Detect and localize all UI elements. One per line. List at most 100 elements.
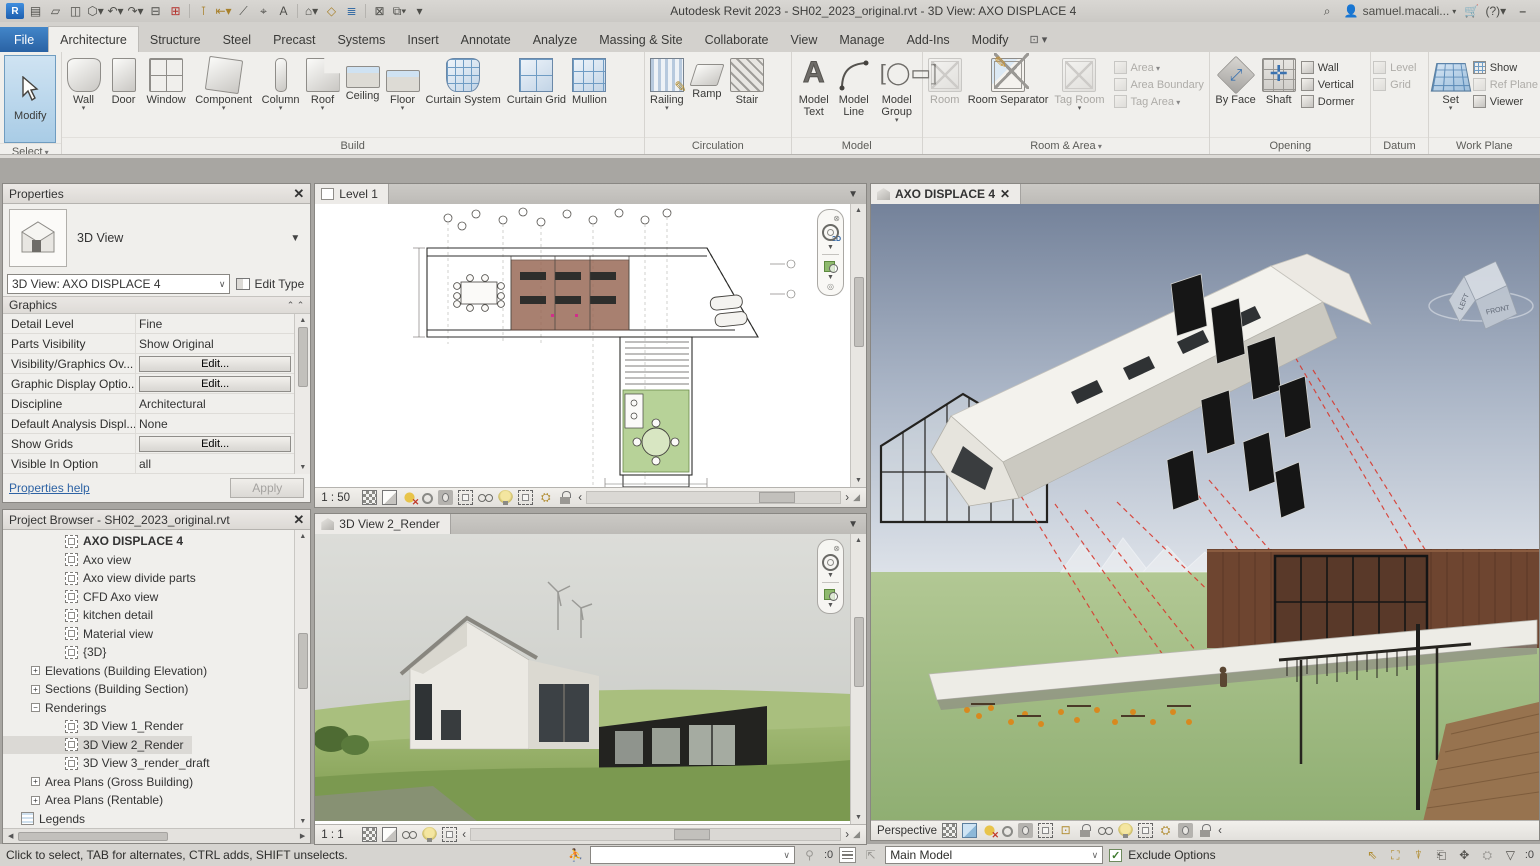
ramp-button[interactable]: Ramp [687, 55, 727, 103]
design-options-dropdown[interactable]: Main Model ∨ [885, 846, 1103, 864]
scroll-right-icon[interactable]: › [845, 829, 849, 841]
area-button[interactable]: Area [1114, 59, 1204, 76]
revit-logo-icon[interactable]: R [6, 3, 24, 19]
aligned-dimension-icon[interactable]: ⇤▾ [215, 3, 232, 19]
model-line-icon[interactable]: ⟋ [235, 3, 252, 19]
reveal-constraints-icon[interactable] [558, 490, 573, 505]
tab-insert[interactable]: Insert [396, 27, 449, 52]
stair-button[interactable]: Stair [727, 55, 767, 109]
expand-icon[interactable]: + [31, 777, 40, 786]
tab-collaborate[interactable]: Collaborate [694, 27, 780, 52]
tag-room-button[interactable]: Tag Room [1051, 55, 1107, 115]
search-icon[interactable]: ⌕ [1319, 3, 1336, 19]
measure-icon[interactable]: ⊺ [195, 3, 212, 19]
render-canvas[interactable]: ⊗ ▼ ▼ ▲ ▼ [315, 534, 866, 824]
drag-on-selection-icon[interactable]: ✥ [1456, 847, 1473, 863]
export-pdf-icon[interactable]: ⊞ [167, 3, 184, 19]
dormer-opening-button[interactable]: Dormer [1301, 93, 1355, 110]
scroll-right-icon[interactable]: ▶ [295, 832, 310, 840]
tree-item-axo-displace-4[interactable]: AXO DISPLACE 4 [3, 532, 294, 551]
floor-plan-canvas[interactable]: ⊗ 2D ▼ ▼ ◎ ▲ ▼ [315, 204, 866, 487]
modify-button[interactable]: Modify [4, 55, 56, 143]
steering-wheel-icon[interactable] [822, 554, 839, 571]
type-selector[interactable]: 3D View ▼ [3, 204, 310, 272]
tree-item-3d[interactable]: {3D} [3, 643, 294, 662]
worksets-dropdown[interactable]: ∨ [590, 846, 795, 864]
scroll-thumb[interactable] [854, 617, 864, 687]
zoom-dropdown-icon[interactable]: ▼ [827, 602, 834, 609]
scroll-thumb[interactable] [298, 633, 308, 689]
tab-manage[interactable]: Manage [828, 27, 895, 52]
steering-wheel-icon[interactable] [822, 224, 839, 241]
window-button[interactable]: Window [144, 55, 189, 109]
curtain-system-button[interactable]: Curtain System [423, 55, 504, 109]
roof-button[interactable]: Roof [303, 55, 343, 115]
room-separator-button[interactable]: Room Separator [965, 55, 1052, 109]
mullion-button[interactable]: Mullion [569, 55, 610, 109]
select-underlay-icon[interactable]: ⛶ [1387, 847, 1404, 863]
visual-style-icon[interactable] [962, 823, 977, 838]
tab-modify[interactable]: Modify [961, 27, 1020, 52]
browser-hscrollbar[interactable]: ◀ ▶ [3, 828, 310, 843]
select-by-face-icon[interactable]: ⎗ [1433, 847, 1450, 863]
navbar-close-icon[interactable]: ⊗ [833, 544, 840, 553]
shadows-icon[interactable] [422, 493, 433, 504]
tab-view[interactable]: View [780, 27, 829, 52]
view-tab-menu-icon[interactable]: ▼ [840, 514, 866, 534]
sun-path-icon[interactable] [982, 823, 997, 838]
qat-customize-icon[interactable]: ▾ [411, 3, 428, 19]
navbar-close-icon[interactable]: ⊗ [833, 214, 840, 223]
tab-file[interactable]: File [0, 27, 48, 52]
default-3d-view-icon[interactable]: ⌂▾ [303, 3, 320, 19]
view-scale[interactable]: 1 : 50 [321, 492, 357, 504]
close-view-icon[interactable]: ✕ [1000, 187, 1010, 201]
visual-style-icon[interactable] [382, 490, 397, 505]
undo-icon[interactable]: ↶▾ [107, 3, 124, 19]
component-button[interactable]: Component [189, 55, 259, 115]
active-options-icon[interactable]: ⇱ [862, 847, 879, 863]
expand-icon[interactable]: + [31, 796, 40, 805]
save-icon[interactable]: ◫ [67, 3, 84, 19]
tree-item-3d-view-1-render[interactable]: 3D View 1_Render [3, 717, 294, 736]
exclude-options-checkbox[interactable]: ✓ [1109, 849, 1122, 862]
browser-scrollbar[interactable]: ▲ ▼ [294, 530, 310, 828]
column-button[interactable]: Column [259, 55, 303, 115]
grid-button[interactable]: Grid [1373, 76, 1416, 93]
view-tab-level-1[interactable]: Level 1 [315, 184, 389, 204]
scroll-down-icon[interactable]: ▼ [855, 474, 862, 487]
show-rendering-dialog-icon[interactable] [1018, 823, 1033, 838]
viewer-button[interactable]: Viewer [1473, 93, 1538, 110]
properties-help-link[interactable]: Properties help [9, 481, 90, 495]
scroll-thumb[interactable] [298, 327, 308, 387]
show-crop-region-icon[interactable] [518, 490, 533, 505]
apply-button[interactable]: Apply [230, 478, 304, 498]
reveal-constraints-icon[interactable] [1198, 823, 1213, 838]
properties-close-icon[interactable]: ✕ [293, 186, 304, 202]
view-type-combo[interactable]: 3D View: AXO DISPLACE 4 ∨ [7, 274, 230, 294]
visual-style-icon[interactable] [382, 827, 397, 842]
tab-systems[interactable]: Systems [326, 27, 396, 52]
property-row[interactable]: Visibility/Graphics Ov...Edit... [3, 354, 294, 374]
temporary-hide-isolate-icon[interactable] [402, 827, 417, 842]
property-row[interactable]: Graphic Display Optio...Edit... [3, 374, 294, 394]
crop-region-icon[interactable]: ⊡ [1058, 823, 1073, 838]
floor-button[interactable]: Floor [383, 55, 423, 115]
tree-item-kitchen-detail[interactable]: kitchen detail [3, 606, 294, 625]
wheel-dropdown-icon[interactable]: ▼ [827, 572, 834, 579]
scroll-thumb[interactable] [854, 277, 864, 347]
room-button[interactable]: Room [925, 55, 965, 109]
curtain-grid-button[interactable]: Curtain Grid [504, 55, 569, 109]
selection-gear-icon[interactable]: ⛭ [1479, 847, 1496, 863]
scroll-up-icon[interactable]: ▲ [855, 204, 862, 217]
tag-area-button[interactable]: Tag Area [1114, 93, 1204, 110]
view-tab-3d-view-2-render[interactable]: 3D View 2_Render [315, 514, 451, 534]
redo-icon[interactable]: ↷▾ [127, 3, 144, 19]
detail-level-icon[interactable] [942, 823, 957, 838]
tree-item-sections[interactable]: +Sections (Building Section) [3, 680, 294, 699]
graphics-section-header[interactable]: Graphics ⌃ ⌃ [3, 296, 310, 314]
lock-3d-view-icon[interactable] [1078, 823, 1093, 838]
show-crop-region-icon[interactable] [1138, 823, 1153, 838]
render-vscrollbar[interactable]: ▲ ▼ [850, 534, 866, 824]
properties-scrollbar[interactable]: ▲ ▼ [294, 314, 310, 474]
tree-item-area-plans-gross[interactable]: +Area Plans (Gross Building) [3, 773, 294, 792]
